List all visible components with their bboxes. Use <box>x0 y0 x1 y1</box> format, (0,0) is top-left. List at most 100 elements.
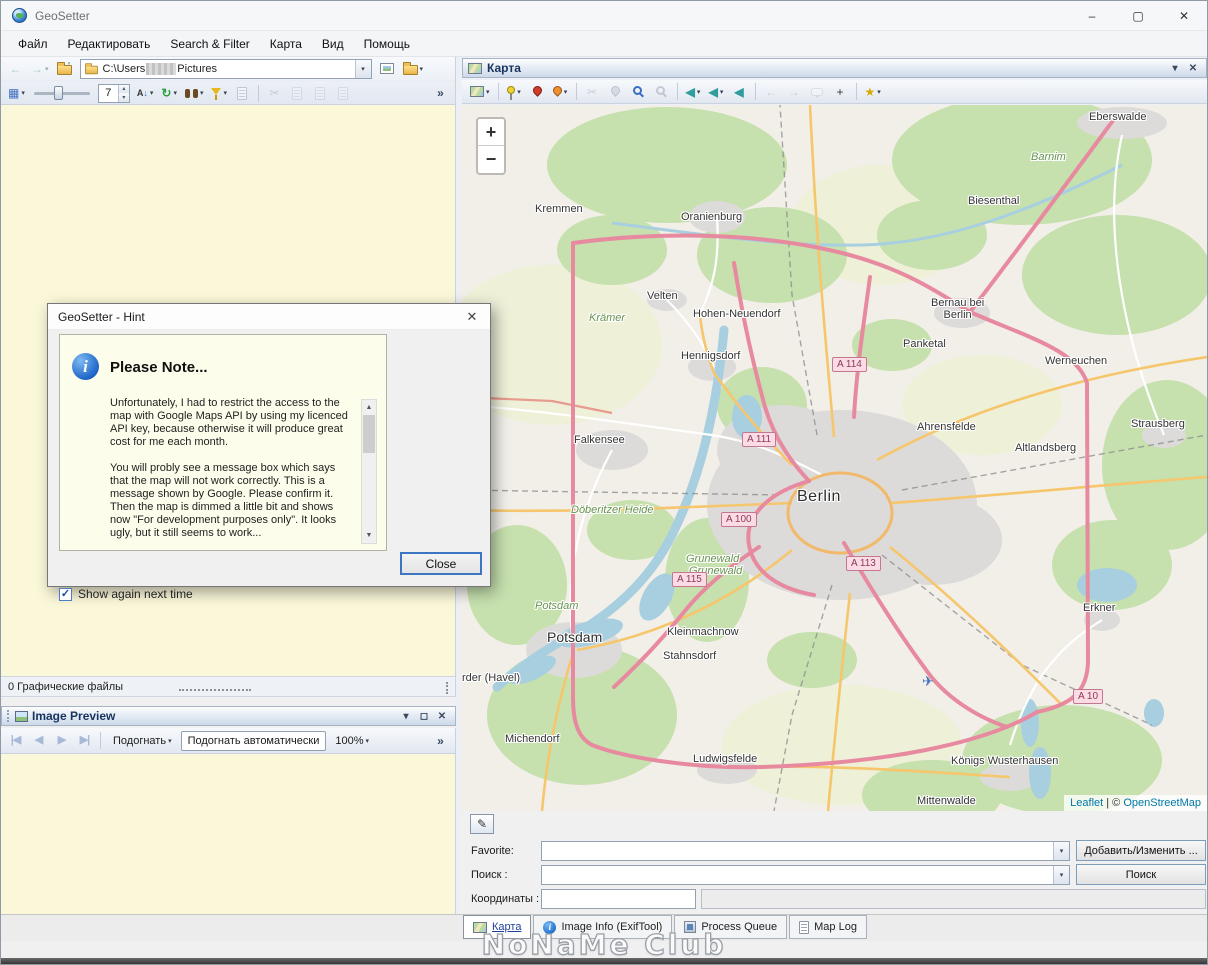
save-changes-button[interactable] <box>232 83 253 103</box>
map-layers-button[interactable]: ▾ <box>467 82 493 102</box>
close-window-button[interactable]: ✕ <box>1161 1 1207 30</box>
map-panel-close-button[interactable]: ✕ <box>1185 60 1201 76</box>
favorites-button[interactable]: ★▾ <box>862 82 884 102</box>
paste-button[interactable] <box>310 83 331 103</box>
paste-special-button[interactable] <box>333 83 354 103</box>
file-count-status: 0 Графические файлы <box>8 681 123 693</box>
toolbar-overflow-button[interactable]: » <box>430 83 451 103</box>
tab-map-log[interactable]: Map Log <box>789 915 867 939</box>
scroll-up-button[interactable]: ▲ <box>362 400 376 415</box>
map-panel-header[interactable]: Карта ▾ ✕ <box>462 58 1207 78</box>
copy-button[interactable] <box>287 83 308 103</box>
hint-scrollbar[interactable]: ▲ ▼ <box>361 399 377 544</box>
map-zoom-out-button[interactable]: − <box>478 146 504 173</box>
zoom-to-positions-button[interactable] <box>628 82 649 102</box>
preview-overflow-button[interactable]: » <box>430 731 451 751</box>
panel-close-button[interactable]: ✕ <box>434 708 450 724</box>
refresh-icon: ↻ <box>161 87 171 99</box>
favorite-input[interactable] <box>542 842 1053 860</box>
checkbox-box[interactable]: ✓ <box>59 588 72 601</box>
history-forward-button[interactable]: → <box>784 82 805 102</box>
spin-down-button[interactable]: ▾ <box>119 93 129 102</box>
hint-dialog-titlebar[interactable]: GeoSetter - Hint ✕ <box>48 304 490 330</box>
scissors-icon: ✂ <box>269 87 279 99</box>
menu-file[interactable]: Файл <box>8 33 58 55</box>
cut-button[interactable]: ✂ <box>264 83 285 103</box>
next-position-button[interactable]: ◀▾ <box>706 82 727 102</box>
show-tooltip-button[interactable] <box>807 82 828 102</box>
edit-position-button[interactable]: ✎ <box>470 814 494 834</box>
previous-position-button[interactable]: ◀▾ <box>683 82 704 102</box>
back-button[interactable]: ← <box>5 59 26 79</box>
coordinates-input[interactable] <box>542 890 695 908</box>
panel-menu-button[interactable]: ▾ <box>398 708 414 724</box>
fit-auto-toggle[interactable]: Подогнать автоматически <box>181 731 327 751</box>
balloon-icon <box>811 88 823 96</box>
folder-icon <box>85 66 98 75</box>
map-panel-menu-button[interactable]: ▾ <box>1167 60 1183 76</box>
hint-dialog-close-button[interactable]: ✕ <box>454 304 490 329</box>
thumbnail-size-spinner[interactable]: 7 ▴▾ <box>98 84 130 103</box>
menu-map[interactable]: Карта <box>260 33 312 55</box>
add-edit-favorite-button[interactable]: Добавить/Изменить ... <box>1076 840 1206 861</box>
search-input[interactable] <box>542 866 1053 884</box>
marker-settings-button[interactable]: ▾ <box>550 82 571 102</box>
refresh-button[interactable]: ↻▾ <box>158 83 180 103</box>
menu-search-filter[interactable]: Search & Filter <box>160 33 259 55</box>
maximize-button[interactable]: ▢ <box>1115 1 1161 30</box>
last-image-button[interactable]: ▶| <box>74 731 95 751</box>
favorite-dropdown-button[interactable]: ▾ <box>1053 842 1069 860</box>
forward-button[interactable]: →▾ <box>28 59 52 79</box>
map-attribution: Leaflet | © OpenStreetMap <box>1064 795 1207 811</box>
show-again-checkbox[interactable]: ✓ Show again next time <box>59 587 193 601</box>
assign-position-button[interactable] <box>527 82 548 102</box>
add-position-button[interactable]: + <box>830 82 851 102</box>
hint-dialog: GeoSetter - Hint ✕ i Please Note... Unfo… <box>47 303 491 587</box>
history-back-button[interactable]: ← <box>761 82 782 102</box>
menu-edit[interactable]: Редактировать <box>58 33 161 55</box>
first-image-button[interactable]: |◀ <box>5 731 26 751</box>
folder-up-button[interactable]: ↑ <box>54 59 75 79</box>
show-position-pin-button[interactable]: ▾ <box>504 82 525 102</box>
path-combobox[interactable]: C:\UsersPictures ▾ <box>80 59 372 79</box>
delete-marker-button[interactable] <box>605 82 626 102</box>
scrollbar-thumb[interactable] <box>363 415 375 453</box>
filter-button[interactable]: ▾ <box>208 83 230 103</box>
sort-button[interactable]: A↓▾ <box>134 83 157 103</box>
path-dropdown-button[interactable]: ▾ <box>355 60 371 78</box>
map-zoom-in-button[interactable]: + <box>478 119 504 146</box>
next-image-button[interactable]: ▶ <box>51 731 72 751</box>
minimize-button[interactable]: – <box>1069 1 1115 30</box>
hint-close-button[interactable]: Close <box>400 552 482 575</box>
search-images-button[interactable]: ▾ <box>182 83 207 103</box>
view-mode-button[interactable]: ▦▾ <box>5 83 28 103</box>
favorite-combobox[interactable]: ▾ <box>541 841 1070 861</box>
fit-button[interactable]: Подогнать▾ <box>106 731 179 751</box>
funnel-icon <box>211 88 221 95</box>
coordinates-field[interactable] <box>541 889 696 909</box>
search-label: Поиск : <box>471 869 508 881</box>
map-canvas[interactable]: + − ✈ Leaflet | © OpenStreetMap Eberswal… <box>462 105 1207 811</box>
zoom-to-selection-button[interactable] <box>651 82 672 102</box>
remove-position-button[interactable]: ✂ <box>582 82 603 102</box>
previous-image-button[interactable]: ◀ <box>28 731 49 751</box>
image-preview-header[interactable]: Image Preview ▾ ◻ ✕ <box>1 706 456 726</box>
thumbnail-size-slider[interactable] <box>34 85 90 101</box>
magnifier-gray-icon <box>656 86 665 95</box>
zoom-level-combobox[interactable]: 100%▾ <box>328 731 376 751</box>
search-button[interactable]: Поиск <box>1076 864 1206 885</box>
search-dropdown-button[interactable]: ▾ <box>1053 866 1069 884</box>
menu-help[interactable]: Помощь <box>354 33 420 55</box>
search-combobox[interactable]: ▾ <box>541 865 1070 885</box>
spin-up-button[interactable]: ▴ <box>119 85 129 94</box>
menu-view[interactable]: Вид <box>312 33 354 55</box>
panel-float-button[interactable]: ◻ <box>416 708 432 724</box>
browse-images-button[interactable] <box>377 59 398 79</box>
slider-handle[interactable] <box>54 86 63 100</box>
center-position-button[interactable]: ◀ <box>729 82 750 102</box>
leaflet-link[interactable]: Leaflet <box>1070 797 1103 809</box>
folder-favorites-button[interactable]: ▾ <box>400 59 427 79</box>
splitter-handle[interactable] <box>179 689 251 691</box>
scroll-down-button[interactable]: ▼ <box>362 528 376 543</box>
openstreetmap-link[interactable]: OpenStreetMap <box>1123 797 1201 809</box>
